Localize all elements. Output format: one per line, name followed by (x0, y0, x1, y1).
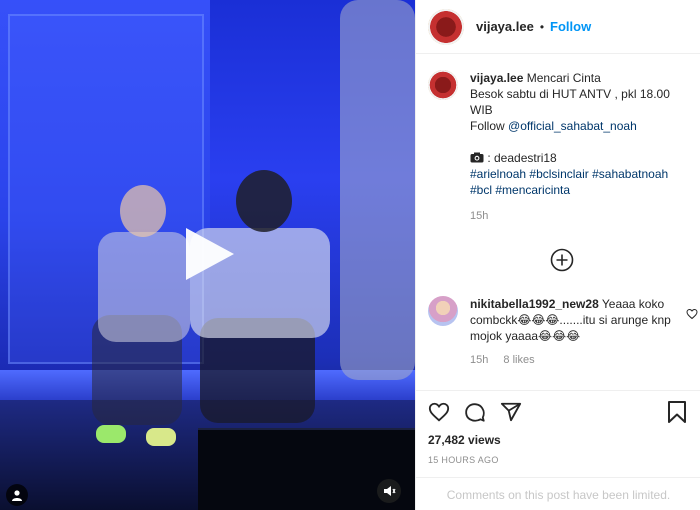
post-side-panel: vijaya.lee • Follow vijaya.lee Mencari C… (415, 0, 700, 510)
comment-emoji: 😂😂😂 (517, 313, 560, 327)
comment-emoji: 😂😂😂 (538, 329, 581, 343)
caption-avatar[interactable] (428, 70, 458, 100)
commenter-avatar[interactable] (428, 296, 458, 326)
heart-outline-icon[interactable] (686, 308, 698, 323)
comment-username[interactable]: nikitabella1992_new28 (470, 297, 599, 311)
post-actions: 27,482 views 15 HOURS AGO Comments on th… (416, 390, 700, 510)
post-caption: vijaya.lee Mencari Cinta Besok sabtu di … (428, 70, 693, 224)
hashtag-link[interactable]: #mencaricinta (495, 183, 570, 197)
play-icon[interactable] (178, 224, 238, 284)
caption-line: Besok sabtu di HUT ANTV , pkl 18.00 WIB (470, 87, 670, 117)
video-player[interactable] (0, 0, 415, 510)
hashtag-link[interactable]: #sahabatnoah (592, 167, 668, 181)
heart-icon[interactable] (428, 401, 450, 426)
post-header: vijaya.lee • Follow (416, 0, 700, 54)
plus-circle-icon[interactable] (550, 248, 574, 275)
bookmark-icon[interactable] (667, 401, 687, 426)
hashtag-link[interactable]: #bclsinclair (529, 167, 588, 181)
camera-icon (470, 151, 487, 165)
header-username[interactable]: vijaya.lee (476, 19, 534, 34)
post-timestamp[interactable]: 15 HOURS AGO (428, 455, 499, 465)
mention-link[interactable]: @official_sahabat_noah (508, 119, 637, 133)
view-count[interactable]: 27,482 views (428, 433, 501, 447)
comment: nikitabella1992_new28 Yeaaa koko combckk… (428, 296, 698, 368)
user-tag-icon[interactable] (6, 484, 28, 506)
comment-icon[interactable] (464, 401, 486, 426)
shoe (96, 425, 126, 443)
paper-plane-icon[interactable] (500, 401, 522, 426)
person-standing (340, 0, 415, 380)
caption-title: Mencari Cinta (526, 71, 601, 85)
shoe (146, 428, 176, 446)
caption-follow-prefix: Follow (470, 119, 505, 133)
comment-time: 15h (470, 354, 489, 366)
caption-username[interactable]: vijaya.lee (470, 71, 523, 85)
credit-text: : deadestri18 (487, 151, 557, 165)
hashtag-link[interactable]: #arielnoah (470, 167, 526, 181)
profile-avatar[interactable] (428, 8, 464, 45)
hashtag-link[interactable]: #bcl (470, 183, 492, 197)
comments-limited-notice: Comments on this post have been limited. (416, 477, 700, 510)
person-seated-head (236, 170, 292, 232)
separator: • (539, 19, 545, 34)
caption-time: 15h (470, 210, 489, 222)
person-seated-head (120, 185, 166, 237)
speaker-muted-icon[interactable] (377, 479, 401, 503)
comment-likes[interactable]: 8 likes (503, 354, 534, 366)
follow-button[interactable]: Follow (550, 19, 591, 34)
instagram-post: vijaya.lee • Follow vijaya.lee Mencari C… (0, 0, 700, 510)
person-seated-body (98, 232, 190, 342)
